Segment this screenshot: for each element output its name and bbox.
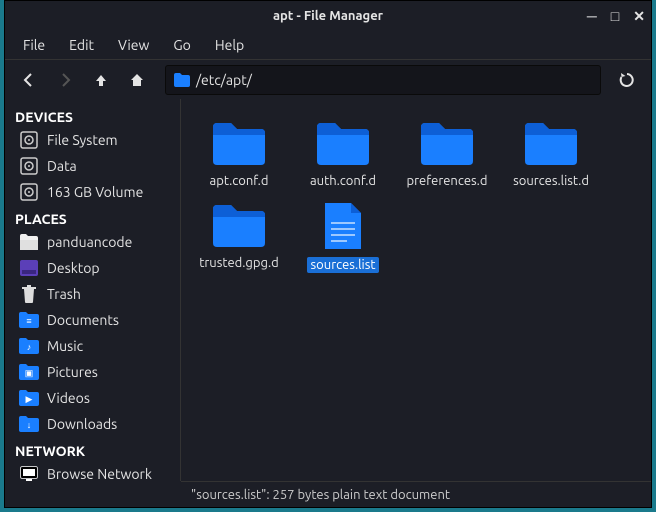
sidebar-item[interactable]: Data [5, 153, 180, 179]
sidebar: DEVICES File System Data 163 GB Volume PLACE… [5, 99, 181, 481]
folder-video-icon: ▶ [19, 389, 39, 407]
menu-help[interactable]: Help [205, 33, 254, 57]
up-button[interactable] [85, 64, 117, 96]
sidebar-item[interactable]: Trash [5, 281, 180, 307]
file-content[interactable]: apt.conf.d auth.conf.d preferences.d source… [181, 99, 651, 481]
folder-icon [315, 119, 371, 167]
svg-text:≡: ≡ [26, 316, 31, 326]
file-label: apt.conf.d [206, 173, 273, 189]
menu-view[interactable]: View [108, 33, 159, 57]
folder-item[interactable]: trusted.gpg.d [189, 197, 289, 277]
svg-text:↓: ↓ [27, 420, 32, 430]
svg-text:♪: ♪ [27, 342, 32, 352]
menu-edit[interactable]: Edit [59, 33, 104, 57]
sidebar-item-label: panduancode [47, 234, 132, 250]
folder-docs-icon: ≡ [19, 311, 39, 329]
file-label: sources.list.d [509, 173, 593, 189]
minimize-button[interactable]: ─ [587, 8, 597, 25]
folder-item[interactable]: auth.conf.d [293, 115, 393, 193]
folder-item[interactable]: sources.list.d [501, 115, 601, 193]
folder-icon [523, 119, 579, 167]
sidebar-item-label: Pictures [47, 364, 98, 380]
folder-icon [211, 119, 267, 167]
window-title: apt - File Manager [273, 9, 383, 23]
file-label: trusted.gpg.d [195, 255, 282, 271]
sidebar-item[interactable]: Browse Network [5, 461, 180, 481]
sidebar-item-label: Music [47, 338, 83, 354]
sidebar-item[interactable]: 163 GB Volume [5, 179, 180, 205]
sidebar-item[interactable]: File System [5, 127, 180, 153]
sidebar-item[interactable]: ▣ Pictures [5, 359, 180, 385]
folder-item[interactable]: apt.conf.d [189, 115, 289, 193]
desktop-icon [19, 259, 39, 277]
status-text: "sources.list": 257 bytes plain text doc… [191, 488, 450, 502]
location-path: /etc/apt/ [196, 72, 252, 88]
sidebar-item-label: File System [47, 132, 118, 148]
sidebar-header: DEVICES [5, 103, 180, 127]
sidebar-item[interactable]: Desktop [5, 255, 180, 281]
maximize-button[interactable]: □ [611, 8, 619, 25]
folder-item[interactable]: preferences.d [397, 115, 497, 193]
network-icon [19, 465, 39, 481]
file-label: preferences.d [403, 173, 492, 189]
folder-pics-icon: ▣ [19, 363, 39, 381]
home-button[interactable] [121, 64, 153, 96]
sidebar-item-label: Trash [47, 286, 81, 302]
toolbar: /etc/apt/ [5, 59, 651, 99]
menubar: File Edit View Go Help [5, 31, 651, 59]
folder-icon [211, 201, 267, 249]
sidebar-item[interactable]: panduancode [5, 229, 180, 255]
svg-text:▣: ▣ [25, 368, 34, 378]
text-file-icon [323, 201, 363, 251]
sidebar-item-label: Data [47, 158, 77, 174]
sidebar-item-label: Videos [47, 390, 90, 406]
sidebar-header: NETWORK [5, 437, 180, 461]
folder-icon [174, 73, 190, 87]
home-icon [19, 233, 39, 251]
disk-icon [19, 131, 39, 149]
file-manager-window: apt - File Manager ─ □ ✕ File Edit View … [4, 0, 652, 508]
folder-music-icon: ♪ [19, 337, 39, 355]
file-label: sources.list [307, 257, 380, 273]
sidebar-item[interactable]: ≡ Documents [5, 307, 180, 333]
folder-icon [419, 119, 475, 167]
sidebar-header: PLACES [5, 205, 180, 229]
file-item[interactable]: sources.list [293, 197, 393, 277]
svg-text:▶: ▶ [26, 394, 33, 404]
sidebar-item[interactable]: ♪ Music [5, 333, 180, 359]
menu-go[interactable]: Go [163, 33, 200, 57]
location-bar[interactable]: /etc/apt/ [165, 65, 601, 95]
sidebar-item[interactable]: ↓ Downloads [5, 411, 180, 437]
trash-icon [19, 285, 39, 303]
disk-icon [19, 183, 39, 201]
forward-button[interactable] [49, 64, 81, 96]
file-label: auth.conf.d [306, 173, 380, 189]
sidebar-item-label: Documents [47, 312, 119, 328]
main-area: DEVICES File System Data 163 GB Volume PLACE… [5, 99, 651, 481]
sidebar-item-label: Downloads [47, 416, 117, 432]
sidebar-item[interactable]: ▶ Videos [5, 385, 180, 411]
folder-down-icon: ↓ [19, 415, 39, 433]
titlebar[interactable]: apt - File Manager ─ □ ✕ [5, 1, 651, 31]
menu-file[interactable]: File [13, 33, 55, 57]
close-button[interactable]: ✕ [633, 8, 645, 25]
back-button[interactable] [13, 64, 45, 96]
sidebar-item-label: Browse Network [47, 466, 152, 481]
sidebar-item-label: 163 GB Volume [47, 184, 143, 200]
statusbar: "sources.list": 257 bytes plain text doc… [181, 481, 651, 507]
disk-icon [19, 157, 39, 175]
sidebar-item-label: Desktop [47, 260, 100, 276]
reload-button[interactable] [611, 64, 643, 96]
